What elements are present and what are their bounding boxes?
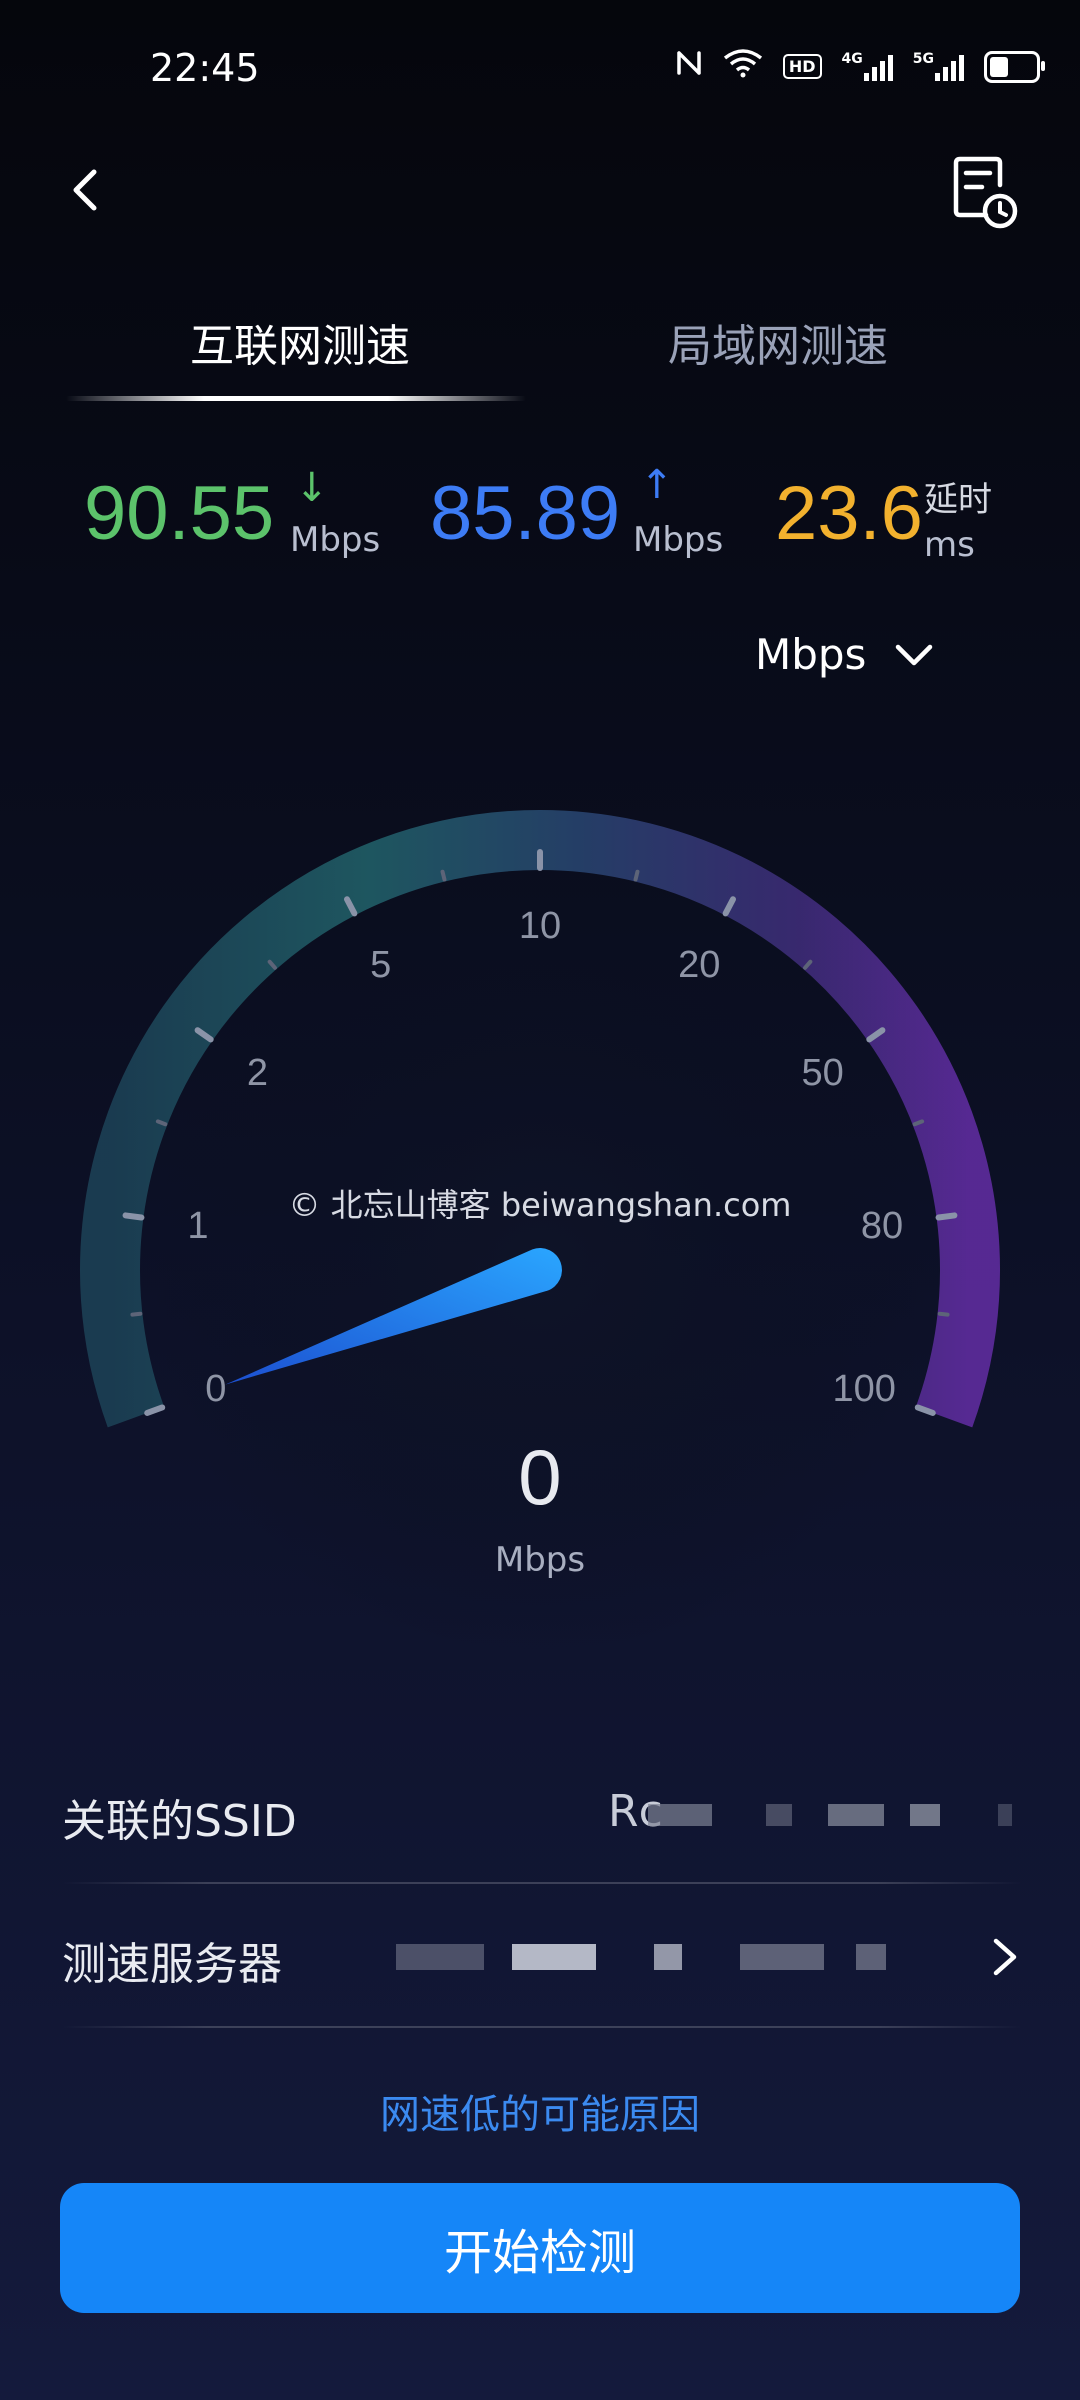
latency-label: 延时 bbox=[924, 480, 992, 520]
upload-arrow-icon: ↑ bbox=[640, 462, 674, 508]
gauge-tick-label: 100 bbox=[832, 1368, 895, 1410]
row-divider bbox=[62, 1882, 1022, 1884]
ssid-label: 关联的SSID bbox=[62, 1796, 297, 1847]
tab-internet-speed-test[interactable]: 互联网测速 bbox=[190, 310, 410, 374]
gauge-tick-label: 50 bbox=[801, 1052, 843, 1094]
document-clock-icon bbox=[953, 156, 1018, 229]
tab-active-indicator bbox=[66, 396, 526, 401]
chevron-down-icon bbox=[896, 644, 933, 665]
battery-icon bbox=[984, 50, 1045, 83]
back-button[interactable] bbox=[58, 160, 118, 220]
gauge-minor-tick bbox=[155, 1119, 168, 1127]
chevron-left-icon bbox=[73, 169, 97, 211]
signal-4g-icon: 4G bbox=[841, 50, 893, 81]
gauge-tick-label: 0 bbox=[205, 1368, 226, 1410]
chevron-right-icon[interactable] bbox=[990, 1935, 1020, 1979]
slow-speed-reasons-link[interactable]: 网速低的可能原因 bbox=[0, 2082, 1080, 2140]
gauge-minor-tick bbox=[912, 1119, 925, 1127]
download-arrow-icon: ↓ bbox=[295, 465, 329, 511]
signal-4g-label: 4G bbox=[841, 50, 863, 67]
gauge-tick-label: 5 bbox=[370, 944, 391, 986]
gauge-tick-label: 10 bbox=[519, 905, 561, 947]
latency-unit: ms bbox=[924, 525, 975, 565]
gauge-tick-label: 2 bbox=[247, 1052, 268, 1094]
unit-selector[interactable]: Mbps bbox=[755, 630, 934, 679]
upload-speed-unit: Mbps bbox=[633, 520, 724, 560]
download-speed-value: 90.55 bbox=[84, 471, 275, 556]
gauge-tick-label: 20 bbox=[678, 944, 720, 986]
server-redacted-block[interactable] bbox=[396, 1942, 936, 1972]
wifi-icon bbox=[723, 48, 763, 85]
gauge-minor-tick bbox=[130, 1311, 143, 1317]
gauge-minor-tick bbox=[633, 869, 640, 882]
nfc-icon bbox=[675, 49, 703, 84]
history-button[interactable] bbox=[950, 155, 1020, 230]
signal-5g-label: 5G bbox=[912, 50, 934, 67]
current-speed-value: 0 bbox=[518, 1433, 562, 1521]
tab-lan-speed-test[interactable]: 局域网测速 bbox=[668, 310, 888, 374]
status-icons: HD 4G 5G bbox=[675, 48, 1045, 85]
latency-value: 23.6 bbox=[775, 471, 923, 556]
hd-icon: HD bbox=[782, 54, 822, 79]
gauge-minor-tick bbox=[937, 1311, 950, 1317]
download-speed-unit: Mbps bbox=[290, 520, 381, 560]
start-test-button[interactable]: 开始检测 bbox=[60, 2183, 1020, 2313]
current-speed-unit: Mbps bbox=[494, 1540, 586, 1580]
status-time: 22:45 bbox=[150, 46, 260, 90]
ssid-redacted-block bbox=[648, 1800, 1012, 1830]
speed-test-server-label: 测速服务器 bbox=[62, 1939, 282, 1990]
unit-selector-value: Mbps bbox=[755, 630, 867, 679]
row-divider bbox=[62, 2026, 1022, 2028]
signal-5g-icon: 5G bbox=[912, 50, 964, 81]
upload-speed-value: 85.89 bbox=[430, 471, 621, 556]
gauge-minor-tick bbox=[440, 869, 447, 882]
watermark-text: © 北忘山博客 beiwangshan.com bbox=[288, 1186, 792, 1224]
